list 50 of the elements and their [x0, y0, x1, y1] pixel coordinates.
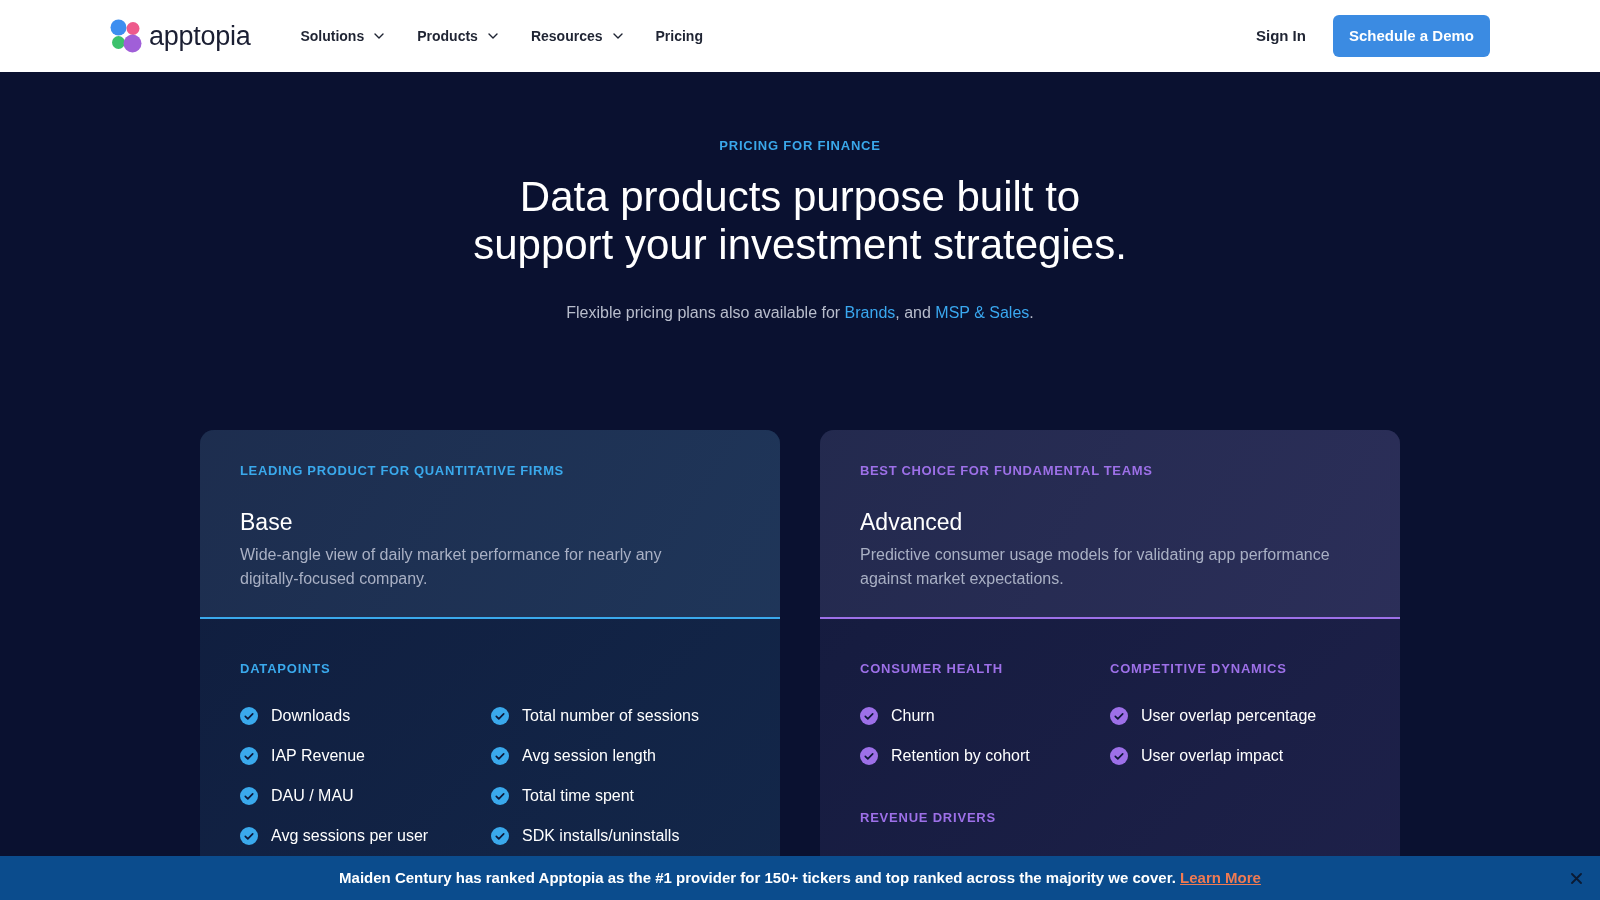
plan-description: Wide-angle view of daily market performance for nearly any digitally-focused company. — [240, 545, 663, 589]
plan-title: Base — [240, 508, 294, 536]
feature-label: DAU / MAU — [271, 786, 354, 806]
nav-menu-button[interactable]: Solutions — [300, 26, 385, 46]
nav-menu-button[interactable]: Products — [417, 26, 498, 46]
logo-icon — [110, 19, 142, 53]
feature-label: Avg sessions per user — [271, 826, 429, 846]
check-circle-icon — [491, 747, 509, 765]
section-heading: COMPETITIVE DYNAMICS — [1110, 660, 1288, 678]
check-circle-icon — [491, 707, 509, 725]
section-heading: REVENUE DRIVERS — [860, 809, 997, 827]
feature-label: Downloads — [271, 706, 351, 726]
home-logo-link[interactable]: apptopia — [110, 19, 251, 53]
plan-description: Predictive consumer usage models for validating app performance against market expectations. — [860, 545, 1331, 589]
sign-in-link[interactable]: Sign In — [1255, 26, 1306, 46]
check-circle-icon — [1110, 747, 1128, 765]
check-circle-icon — [240, 787, 258, 805]
feature-label: Churn — [891, 706, 935, 726]
inline-link[interactable]: MSP & Sales — [935, 304, 1030, 321]
check-circle-icon — [1110, 707, 1128, 725]
check-circle-icon — [491, 787, 509, 805]
feature-label: Total number of sessions — [522, 706, 699, 726]
feature-label: IAP Revenue — [271, 746, 365, 766]
check-circle-icon — [860, 747, 878, 765]
check-circle-icon — [240, 707, 258, 725]
plan-tagline: LEADING PRODUCT FOR QUANTITATIVE FIRMS — [240, 462, 565, 480]
feature-label: User overlap percentage — [1141, 706, 1317, 726]
plan-title: Advanced — [860, 508, 964, 536]
plan-tagline: BEST CHOICE FOR FUNDAMENTAL TEAMS — [860, 462, 1154, 480]
section-eyebrow: PRICING FOR FINANCE — [719, 137, 881, 155]
hero-subtitle: Flexible pricing plans also available for Brands, and MSP & Sales. — [566, 303, 1034, 323]
feature-label: Avg session length — [522, 746, 656, 766]
banner-message: Maiden Century has ranked Apptopia as the #1 provider for 150+ tickers and top ranked across the majority we cover. Learn More — [339, 868, 1261, 888]
feature-label: Total time spent — [522, 786, 635, 806]
hero-heading: Data products purpose built to support your investment strategies. — [472, 173, 1128, 269]
feature-label: SDK installs/uninstalls — [522, 826, 680, 846]
check-circle-icon — [240, 747, 258, 765]
nav-menu-button[interactable]: Resources — [530, 26, 623, 46]
check-circle-icon — [240, 827, 258, 845]
section-heading: DATAPOINTS — [240, 660, 332, 678]
check-circle-icon — [491, 827, 509, 845]
schedule-demo-button[interactable]: Schedule a Demo — [1332, 15, 1490, 57]
check-circle-icon — [860, 707, 878, 725]
close-icon — [1570, 872, 1582, 884]
feature-label: User overlap impact — [1141, 746, 1284, 766]
inline-link[interactable]: Brands — [844, 304, 896, 321]
nav-link[interactable]: Pricing — [655, 26, 703, 46]
section-heading: CONSUMER HEALTH — [860, 660, 1004, 678]
close-button[interactable] — [1568, 870, 1584, 886]
feature-label: Retention by cohort — [891, 746, 1030, 766]
